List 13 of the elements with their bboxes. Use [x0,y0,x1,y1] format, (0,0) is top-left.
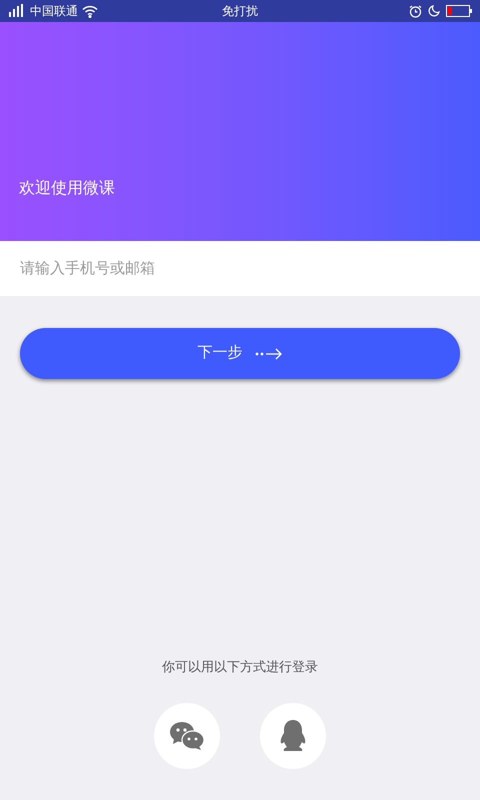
arrow-right-icon [254,348,282,360]
moon-icon [428,5,440,17]
account-input-field[interactable]: 请输入手机号或邮箱 [0,241,480,296]
signal-icon [8,4,26,18]
alarm-icon [409,4,422,18]
battery-icon [446,5,472,17]
status-text: 免打扰 [222,3,258,20]
carrier-name: 中国联通 [30,3,78,20]
login-hint: 你可以用以下方式进行登录 [161,658,319,676]
welcome-title: 欢迎使用微课 [19,178,115,199]
wifi-icon [82,4,98,18]
next-button[interactable]: 下一步 [20,328,460,379]
chat-bubbles-icon [169,721,205,751]
